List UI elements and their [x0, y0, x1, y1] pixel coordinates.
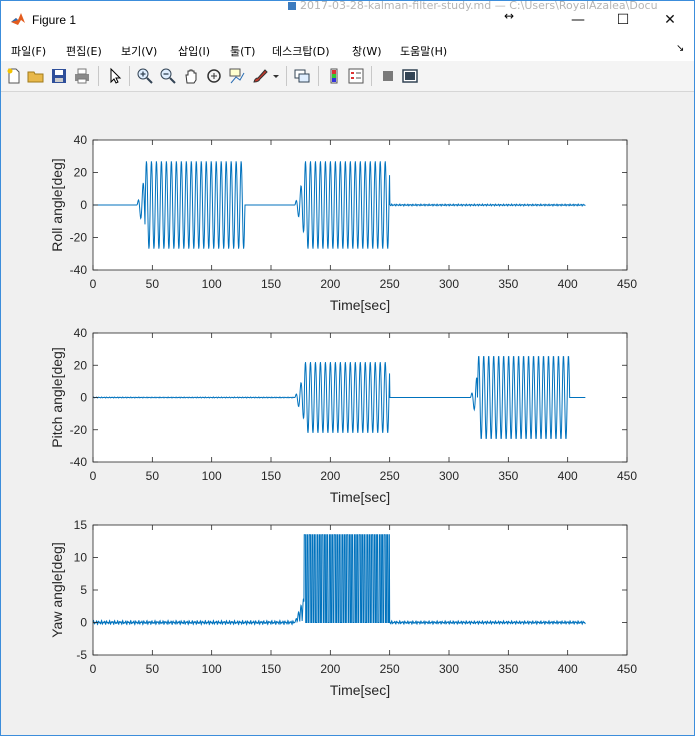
x-tick-label: 300	[439, 277, 459, 291]
x-tick-label: 450	[617, 277, 637, 291]
y-tick-label: -20	[70, 423, 88, 437]
pitch-axes[interactable]: 0 50 100 150 200 250 300 350 400 450 -40 -20 0 20 40 Ti…	[49, 326, 637, 505]
y-tick-label: 10	[74, 551, 88, 565]
y-tick-label: 0	[80, 198, 87, 212]
x-tick-label: 350	[498, 662, 518, 676]
legend-icon[interactable]	[347, 67, 365, 85]
menu-bar: 파일(F) 편집(E) 보기(V) 삽입(I) 툴(T) 데스크탑(D) 창(W…	[1, 39, 694, 61]
y-axis-label: Roll angle[deg]	[49, 158, 65, 251]
menu-overflow-arrow-icon[interactable]: ↘	[676, 43, 684, 54]
x-tick-label: 300	[439, 469, 459, 483]
y-tick-label: 40	[74, 326, 88, 340]
y-tick-label: 5	[80, 583, 87, 597]
x-tick-label: 150	[261, 469, 281, 483]
x-tick-label: 150	[261, 662, 281, 676]
x-tick-label: 250	[380, 277, 400, 291]
window-title: Figure 1	[32, 13, 77, 27]
x-axis-label: Time[sec]	[330, 682, 390, 698]
title-bar[interactable]: Figure 1 2017-03-28-kalman-filter-study.…	[1, 1, 694, 39]
x-tick-label: 450	[617, 469, 637, 483]
print-icon[interactable]	[73, 67, 91, 85]
figure-toolbar	[1, 61, 694, 92]
y-tick-label: 0	[80, 391, 87, 405]
x-axis-label: Time[sec]	[330, 297, 390, 313]
y-tick-label: 20	[74, 358, 88, 372]
save-icon[interactable]	[50, 67, 68, 85]
x-tick-label: 400	[558, 662, 578, 676]
brush-dropdown-icon[interactable]	[271, 67, 281, 85]
x-tick-label: 400	[558, 277, 578, 291]
x-tick-label: 100	[202, 469, 222, 483]
y-axis-label: Pitch angle[deg]	[49, 347, 65, 447]
figure-window: Figure 1 2017-03-28-kalman-filter-study.…	[0, 0, 695, 736]
toolbar-separator	[371, 66, 372, 86]
y-tick-label: -40	[70, 455, 88, 469]
new-figure-icon[interactable]	[5, 67, 23, 85]
plot-area: 0 50 100 150 200 250 300 350 400 450 -40 -20 0 20 40 Ti…	[1, 92, 694, 735]
menu-help[interactable]: 도움말(H)	[400, 43, 447, 59]
menu-view[interactable]: 보기(V)	[121, 43, 157, 59]
hide-plot-tools-icon[interactable]	[379, 67, 397, 85]
x-tick-label: 100	[202, 662, 222, 676]
x-tick-label: 200	[320, 277, 340, 291]
zoom-out-icon[interactable]	[159, 67, 177, 85]
brush-icon[interactable]	[251, 67, 269, 85]
show-plot-tools-icon[interactable]	[401, 67, 419, 85]
y-tick-label: 40	[74, 133, 88, 147]
y-tick-label: 20	[74, 166, 88, 180]
x-tick-label: 0	[90, 662, 97, 676]
toolbar-separator	[286, 66, 287, 86]
toolbar-separator	[129, 66, 130, 86]
x-tick-label: 250	[380, 662, 400, 676]
close-button[interactable]: ✕	[655, 9, 685, 31]
roll-axes[interactable]: 0 50 100 150 200 250 300 350 400 450 -40 -20 0 20 40 Ti…	[49, 133, 637, 313]
pan-icon[interactable]	[182, 67, 200, 85]
menu-edit[interactable]: 편집(E)	[66, 43, 102, 59]
y-tick-label: -5	[76, 648, 87, 662]
x-tick-label: 50	[146, 277, 160, 291]
zoom-in-icon[interactable]	[136, 67, 154, 85]
menu-window[interactable]: 창(W)	[352, 43, 382, 59]
x-tick-label: 250	[380, 469, 400, 483]
x-tick-label: 50	[146, 469, 160, 483]
x-tick-label: 50	[146, 662, 160, 676]
y-tick-label: -20	[70, 231, 88, 245]
x-tick-label: 100	[202, 277, 222, 291]
link-plot-icon[interactable]	[293, 67, 311, 85]
x-tick-label: 0	[90, 469, 97, 483]
x-tick-label: 200	[320, 662, 340, 676]
rotate-3d-icon[interactable]	[205, 67, 223, 85]
x-tick-label: 350	[498, 277, 518, 291]
menu-desktop[interactable]: 데스크탑(D)	[272, 43, 330, 59]
x-tick-label: 150	[261, 277, 281, 291]
yaw-axes[interactable]: 0 50 100 150 200 250 300 350 400 450-5051015Time[…	[49, 518, 637, 698]
background-window-title-text: 2017-03-28-kalman-filter-study.md — C:\U…	[300, 1, 658, 11]
x-tick-label: 200	[320, 469, 340, 483]
resize-cursor-icon: ↔	[504, 9, 515, 23]
x-tick-label: 350	[498, 469, 518, 483]
x-axis-label: Time[sec]	[330, 489, 390, 505]
x-tick-label: 300	[439, 662, 459, 676]
maximize-button[interactable]: ☐	[608, 9, 638, 31]
y-axis-label: Yaw angle[deg]	[49, 542, 65, 637]
y-tick-label: -40	[70, 263, 88, 277]
y-tick-label: 0	[80, 616, 87, 630]
menu-tools[interactable]: 툴(T)	[230, 43, 255, 59]
toolbar-separator	[98, 66, 99, 86]
editor-icon	[288, 2, 296, 10]
matlab-logo-icon	[11, 13, 25, 25]
colorbar-icon[interactable]	[325, 67, 343, 85]
figure-canvas: 0 50 100 150 200 250 300 350 400 450-40-2002040Ti…	[49, 133, 637, 698]
menu-file[interactable]: 파일(F)	[11, 43, 46, 59]
menu-insert[interactable]: 삽입(I)	[178, 43, 210, 59]
toolbar-separator	[318, 66, 319, 86]
minimize-button[interactable]: —	[563, 9, 593, 31]
data-cursor-icon[interactable]	[228, 67, 246, 85]
x-tick-label: 450	[617, 662, 637, 676]
x-tick-label: 400	[558, 469, 578, 483]
x-tick-label: 0	[90, 277, 97, 291]
open-file-icon[interactable]	[27, 67, 45, 85]
pointer-icon[interactable]	[106, 67, 124, 85]
y-tick-label: 15	[74, 518, 88, 532]
